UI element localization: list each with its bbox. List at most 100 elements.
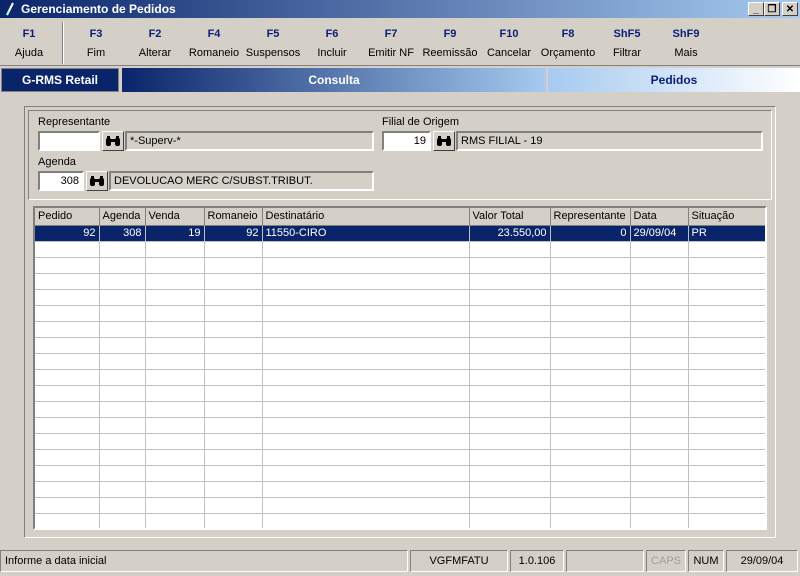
col-header-agenda[interactable]: Agenda	[99, 208, 146, 226]
grid-cell	[688, 353, 765, 370]
f5-suspended-button[interactable]: F5 Suspensos	[246, 28, 300, 59]
status-caps: CAPS	[646, 550, 686, 572]
grid-cell	[35, 305, 100, 322]
close-button[interactable]: ✕	[782, 2, 798, 16]
table-row[interactable]	[35, 401, 765, 418]
table-row[interactable]	[35, 385, 765, 402]
filial-desc-field: RMS FILIAL - 19	[456, 131, 763, 151]
grid-cell	[99, 353, 146, 370]
table-row[interactable]	[35, 257, 765, 274]
status-program: VGFMFATU	[410, 550, 508, 572]
f9-reissue-button[interactable]: F9 Reemissão	[422, 28, 477, 59]
filial-lookup-button[interactable]	[433, 131, 455, 151]
cell-valor-total: 23.550,00	[469, 225, 551, 242]
col-header-destinatario[interactable]: Destinatário	[262, 208, 470, 226]
restore-button[interactable]: ❐	[764, 2, 780, 16]
grid-cell	[630, 305, 689, 322]
grid-cell	[688, 497, 765, 514]
table-row[interactable]	[35, 321, 765, 338]
f3-exit-button[interactable]: F3 Fim	[87, 28, 105, 59]
section-label: Pedidos	[548, 68, 800, 92]
grid-cell	[262, 321, 470, 338]
f4-romaneio-button[interactable]: F4 Romaneio	[189, 28, 239, 59]
grid-cell	[145, 449, 205, 466]
f10-cancel-button[interactable]: F10 Cancelar	[487, 28, 531, 59]
table-row[interactable]	[35, 337, 765, 354]
key-label: F5	[266, 28, 280, 40]
table-row[interactable]	[35, 449, 765, 466]
grid-cell	[630, 289, 689, 306]
col-header-situacao[interactable]: Situação	[688, 208, 765, 226]
agenda-desc-field: DEVOLUCAO MERC C/SUBST.TRIBUT.	[109, 171, 374, 191]
orders-grid[interactable]: Pedido Agenda Venda Romaneio Destinatári…	[33, 206, 767, 530]
toolbar-separator	[62, 22, 64, 64]
cell-situacao: PR	[688, 225, 765, 242]
grid-cell	[99, 321, 146, 338]
table-row[interactable]	[35, 481, 765, 498]
cell-agenda: 308	[99, 225, 146, 242]
grid-cell	[204, 369, 263, 386]
grid-cell	[469, 289, 551, 306]
grid-cell	[550, 417, 631, 434]
table-row[interactable]	[35, 513, 765, 528]
key-label: ShF9	[672, 28, 700, 40]
button-label: Alterar	[138, 47, 172, 59]
shf5-filter-button[interactable]: ShF5 Filtrar	[613, 28, 641, 59]
table-row[interactable]: 92 308 19 92 11550-CIRO 23.550,00 0 29/0…	[35, 225, 765, 242]
minimize-button[interactable]: _	[748, 2, 764, 16]
button-label: Filtrar	[612, 47, 642, 59]
table-row[interactable]	[35, 417, 765, 434]
agenda-lookup-button[interactable]	[86, 171, 108, 191]
grid-cell	[145, 257, 205, 274]
table-row[interactable]	[35, 241, 765, 258]
agenda-code-field[interactable]: 308	[38, 171, 84, 191]
grid-cell	[550, 449, 631, 466]
grid-cell	[688, 449, 765, 466]
grid-cell	[99, 433, 146, 450]
grid-cell	[99, 305, 146, 322]
filial-code-field[interactable]: 19	[382, 131, 431, 151]
col-header-representante[interactable]: Representante	[550, 208, 631, 226]
f8-quote-button[interactable]: F8 Orçamento	[541, 28, 595, 59]
grid-cell	[35, 513, 100, 528]
grid-header-row: Pedido Agenda Venda Romaneio Destinatári…	[35, 208, 765, 226]
grid-cell	[550, 433, 631, 450]
shf9-more-button[interactable]: ShF9 Mais	[673, 28, 700, 59]
grid-cell	[469, 353, 551, 370]
grid-cell	[469, 385, 551, 402]
grid-cell	[262, 449, 470, 466]
grid-cell	[262, 273, 470, 290]
grid-cell	[35, 497, 100, 514]
table-row[interactable]	[35, 289, 765, 306]
grid-cell	[35, 433, 100, 450]
f6-include-button[interactable]: F6 Incluir	[317, 28, 346, 59]
representante-lookup-button[interactable]	[102, 131, 124, 151]
grid-cell	[469, 481, 551, 498]
f1-help-button[interactable]: F1 Ajuda	[15, 28, 43, 59]
col-header-venda[interactable]: Venda	[145, 208, 205, 226]
brand-label: G-RMS Retail	[1, 68, 119, 92]
grid-cell	[688, 305, 765, 322]
key-label: F9	[443, 28, 457, 40]
table-row[interactable]	[35, 465, 765, 482]
table-row[interactable]	[35, 273, 765, 290]
f7-emit-nf-button[interactable]: F7 Emitir NF	[368, 28, 414, 59]
function-key-toolbar: F1 Ajuda F3 Fim F2 Alterar F4 Romaneio F5 Sus…	[0, 18, 800, 66]
col-header-romaneio[interactable]: Romaneio	[204, 208, 263, 226]
grid-cell	[99, 401, 146, 418]
col-header-pedido[interactable]: Pedido	[35, 208, 100, 226]
f2-edit-button[interactable]: F2 Alterar	[139, 28, 171, 59]
binoculars-icon	[437, 136, 451, 146]
table-row[interactable]	[35, 433, 765, 450]
col-header-valor-total[interactable]: Valor Total	[469, 208, 551, 226]
table-row[interactable]	[35, 353, 765, 370]
grid-cell	[469, 241, 551, 258]
table-row[interactable]	[35, 305, 765, 322]
grid-cell	[550, 369, 631, 386]
grid-cell	[204, 497, 263, 514]
representante-code-field[interactable]	[38, 131, 100, 151]
table-row[interactable]	[35, 497, 765, 514]
col-header-data[interactable]: Data	[630, 208, 689, 226]
table-row[interactable]	[35, 369, 765, 386]
grid-cell	[550, 497, 631, 514]
